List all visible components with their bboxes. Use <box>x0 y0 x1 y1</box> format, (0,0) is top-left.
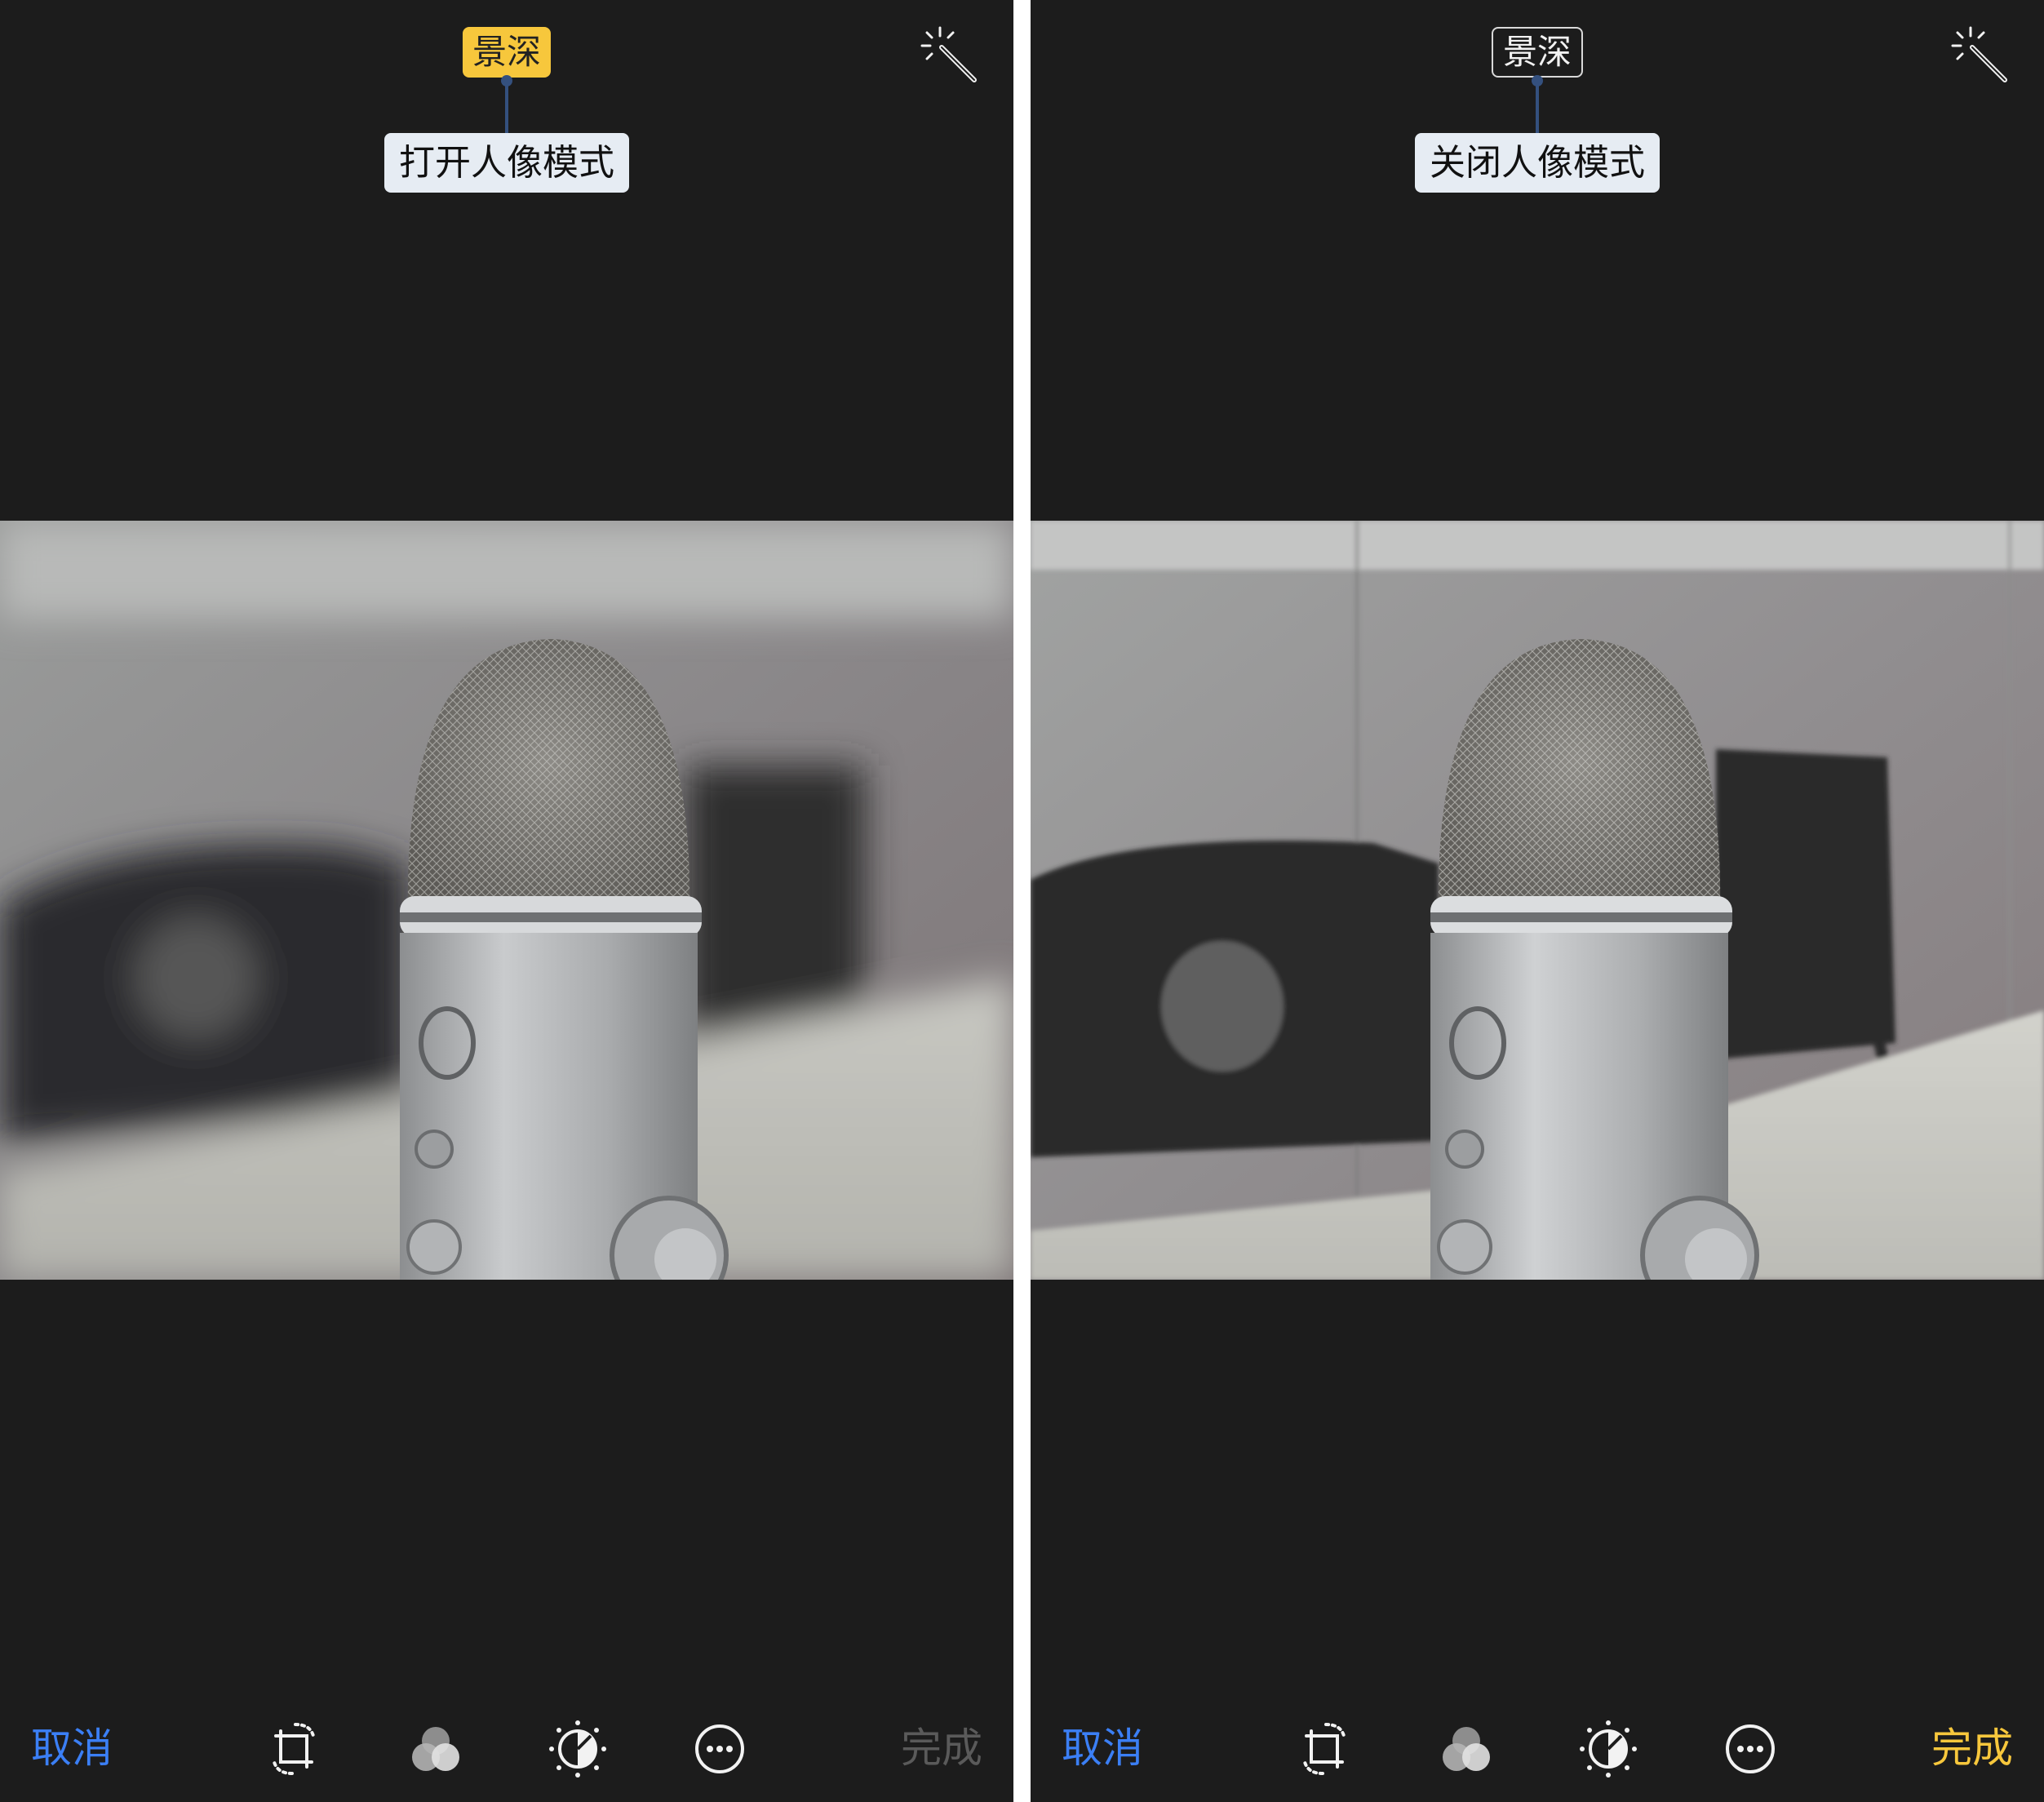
cancel-button[interactable]: 取消 <box>1062 1722 1143 1774</box>
cancel-button[interactable]: 取消 <box>31 1722 113 1774</box>
filters-icon[interactable] <box>1435 1718 1497 1780</box>
tooltip-connector <box>1536 80 1539 134</box>
photo-portrait-blurred <box>0 521 1013 1280</box>
portrait-mode-tooltip: 打开人像模式 <box>384 133 629 193</box>
tooltip-connector <box>505 80 508 134</box>
depth-toggle-button[interactable]: 景深 <box>1491 27 1584 78</box>
editor-panel-right: 景深 关闭人像模式 取消 完成 <box>1031 0 2044 1802</box>
tooltip-connector-dot <box>501 75 512 87</box>
done-button[interactable]: 完成 <box>1931 1722 2013 1774</box>
magic-wand-icon[interactable] <box>917 23 982 88</box>
photo-portrait-sharp <box>1031 521 2044 1280</box>
adjust-dial-icon[interactable] <box>1577 1718 1639 1780</box>
more-icon[interactable] <box>1719 1718 1781 1780</box>
more-icon[interactable] <box>689 1718 751 1780</box>
filters-icon[interactable] <box>405 1718 467 1780</box>
crop-rotate-icon[interactable] <box>263 1718 325 1780</box>
crop-rotate-icon[interactable] <box>1293 1718 1355 1780</box>
depth-toggle-button[interactable]: 景深 <box>462 27 552 78</box>
magic-wand-icon[interactable] <box>1948 23 2013 88</box>
editor-panel-left: 景深 打开人像模式 取消 完成 <box>0 0 1013 1802</box>
tooltip-connector-dot <box>1532 75 1543 87</box>
done-button[interactable]: 完成 <box>901 1722 982 1774</box>
adjust-dial-icon[interactable] <box>547 1718 609 1780</box>
portrait-mode-tooltip: 关闭人像模式 <box>1415 133 1660 193</box>
